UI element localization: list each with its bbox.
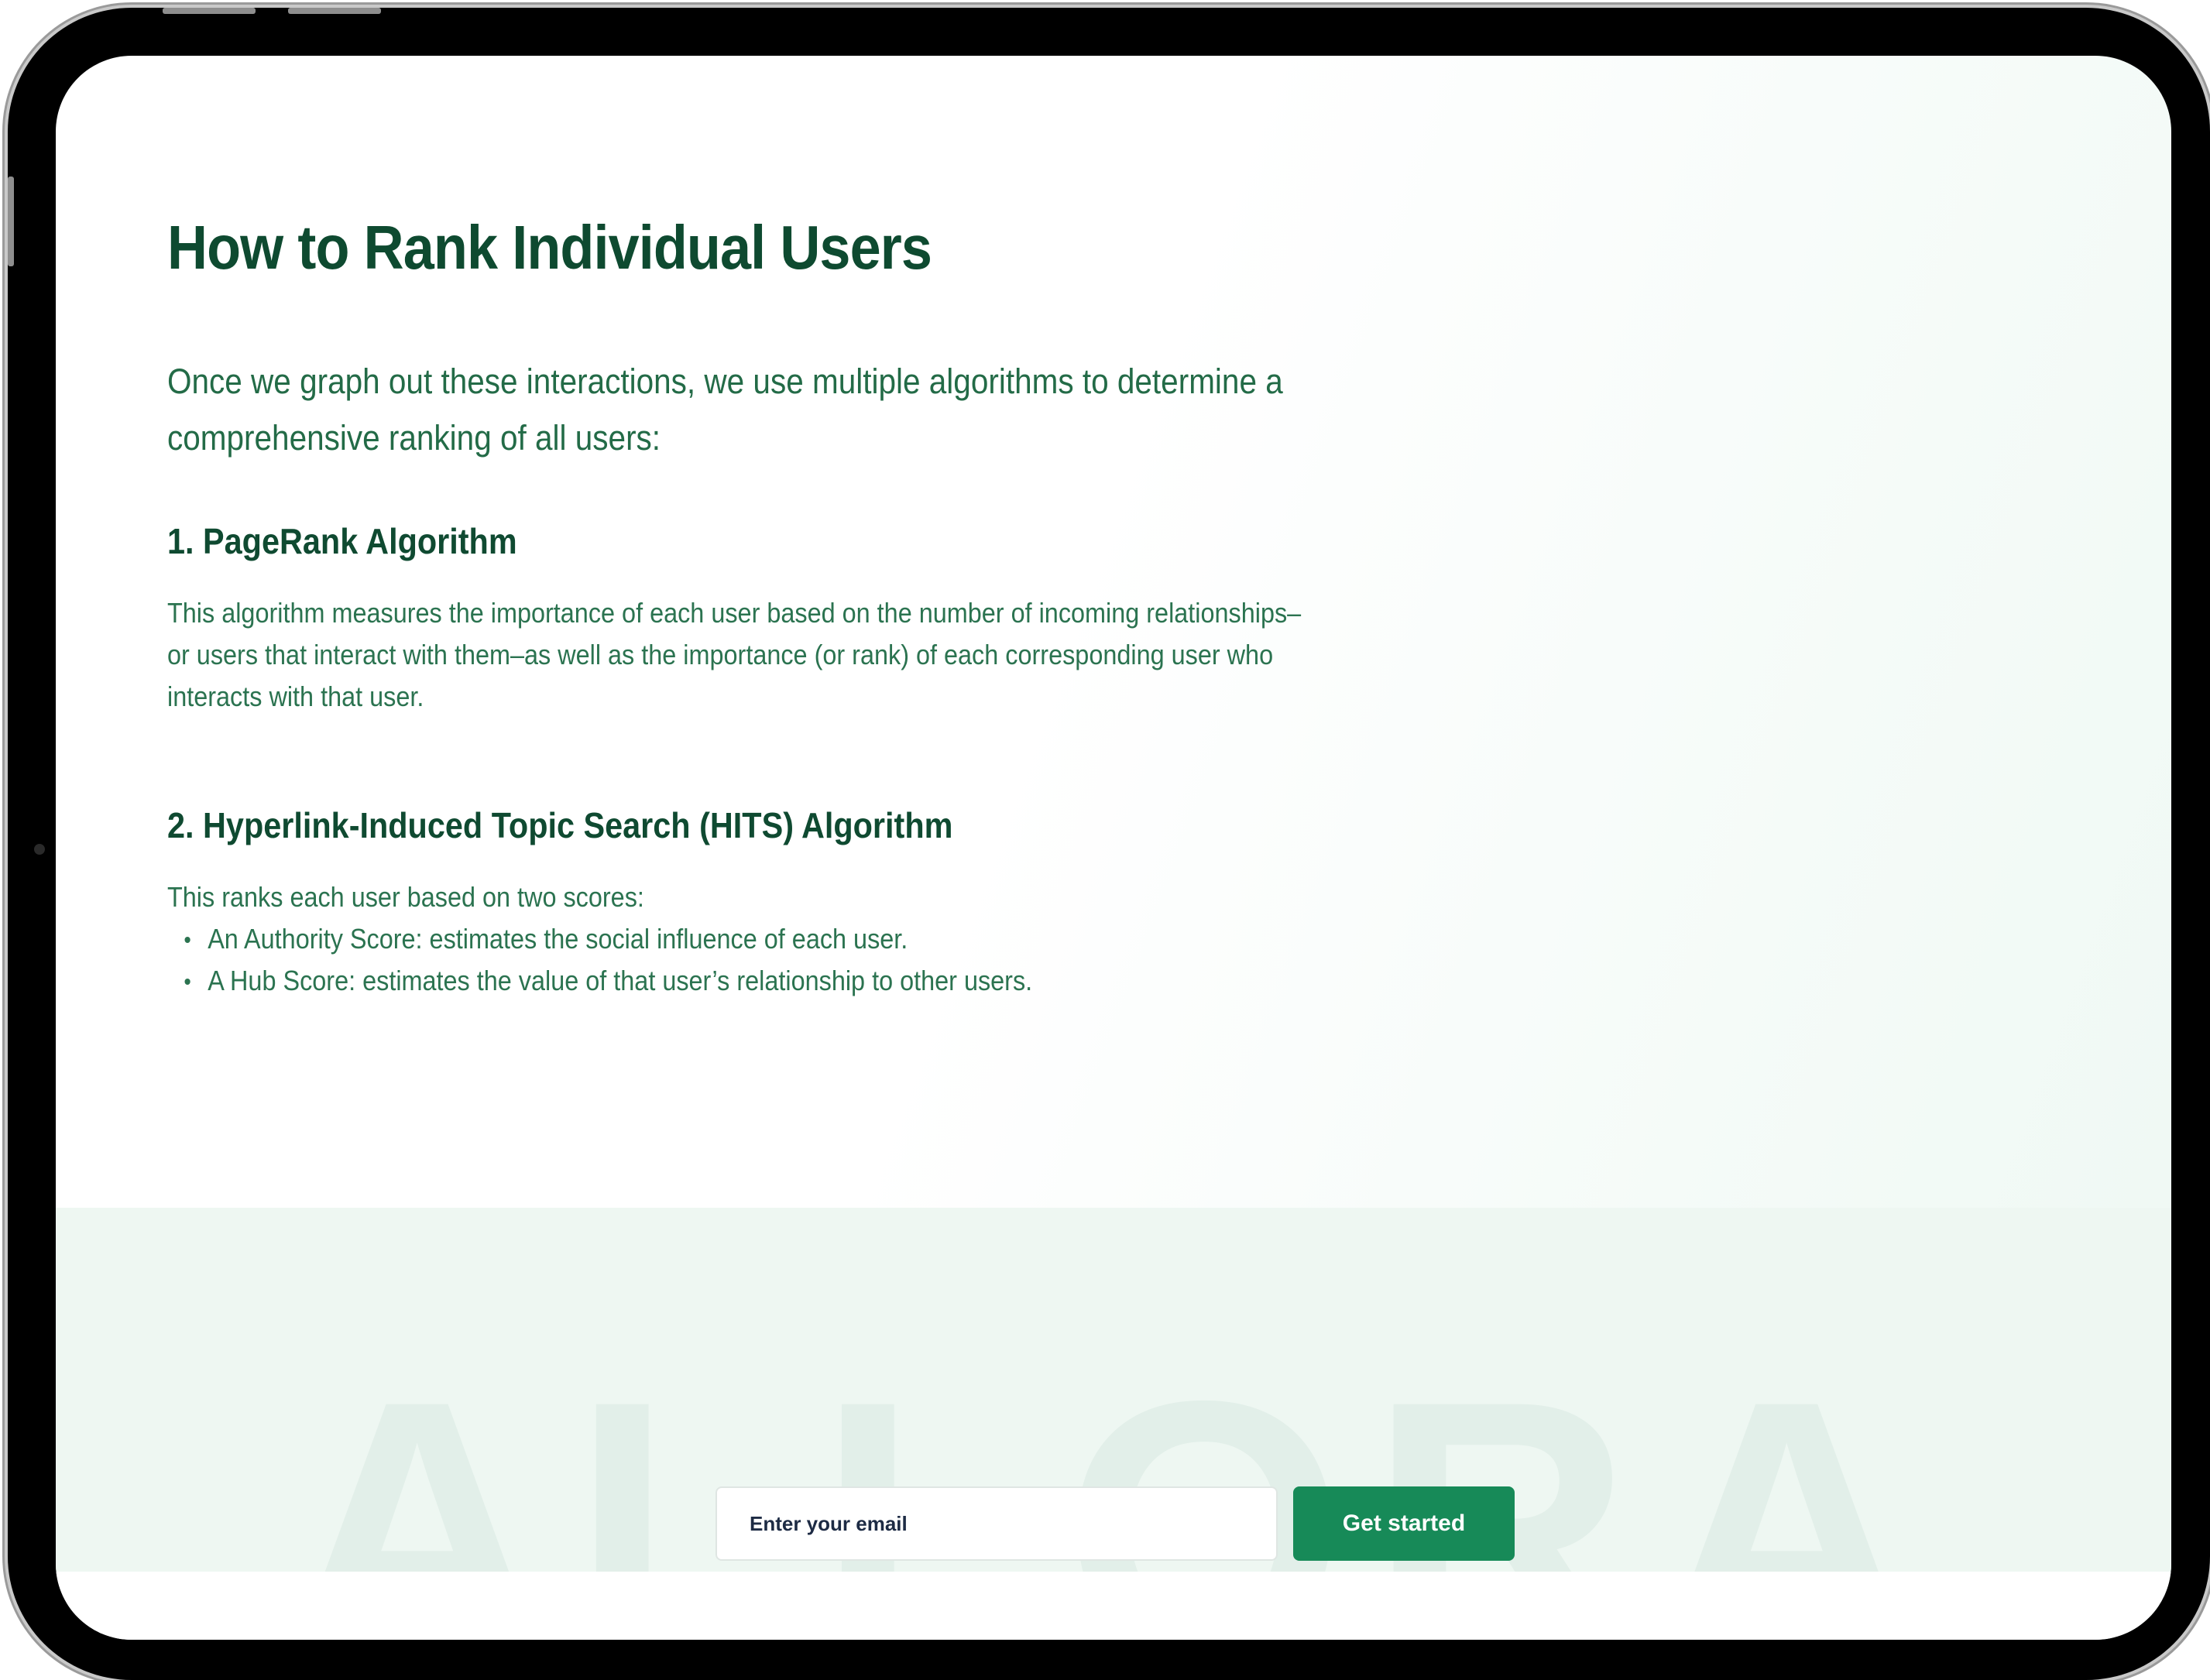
hardware-button — [288, 8, 381, 14]
section-body-hits: This ranks each user based on two scores… — [167, 876, 1317, 1002]
hits-intro: This ranks each user based on two scores… — [167, 881, 644, 914]
screen: How to Rank Individual Users Once we gra… — [56, 56, 2171, 1640]
section-title-hits: 2. Hyperlink-Induced Topic Search (HITS)… — [167, 805, 953, 846]
signup-footer: ALLORA Get started — [56, 1208, 2171, 1572]
list-item: A Hub Score: estimates the value of that… — [167, 960, 1317, 1002]
article: How to Rank Individual Users Once we gra… — [167, 211, 1375, 1002]
lead-paragraph: Once we graph out these interactions, we… — [167, 362, 1283, 458]
get-started-button[interactable]: Get started — [1293, 1486, 1515, 1561]
camera-icon — [34, 844, 45, 855]
page-bottom — [56, 1572, 2171, 1640]
section-title-pagerank: 1. PageRank Algorithm — [167, 521, 517, 561]
section-body-pagerank: This algorithm measures the importance o… — [167, 597, 1302, 713]
list-item: An Authority Score: estimates the social… — [167, 918, 1317, 960]
hits-score-list: An Authority Score: estimates the social… — [167, 918, 1317, 1002]
email-field[interactable] — [716, 1486, 1278, 1561]
tablet-frame: How to Rank Individual Users Once we gra… — [8, 8, 2210, 1680]
hardware-button — [8, 177, 14, 266]
signup-form: Get started — [716, 1486, 1515, 1561]
page-title: How to Rank Individual Users — [167, 213, 932, 282]
hardware-button — [163, 8, 256, 14]
